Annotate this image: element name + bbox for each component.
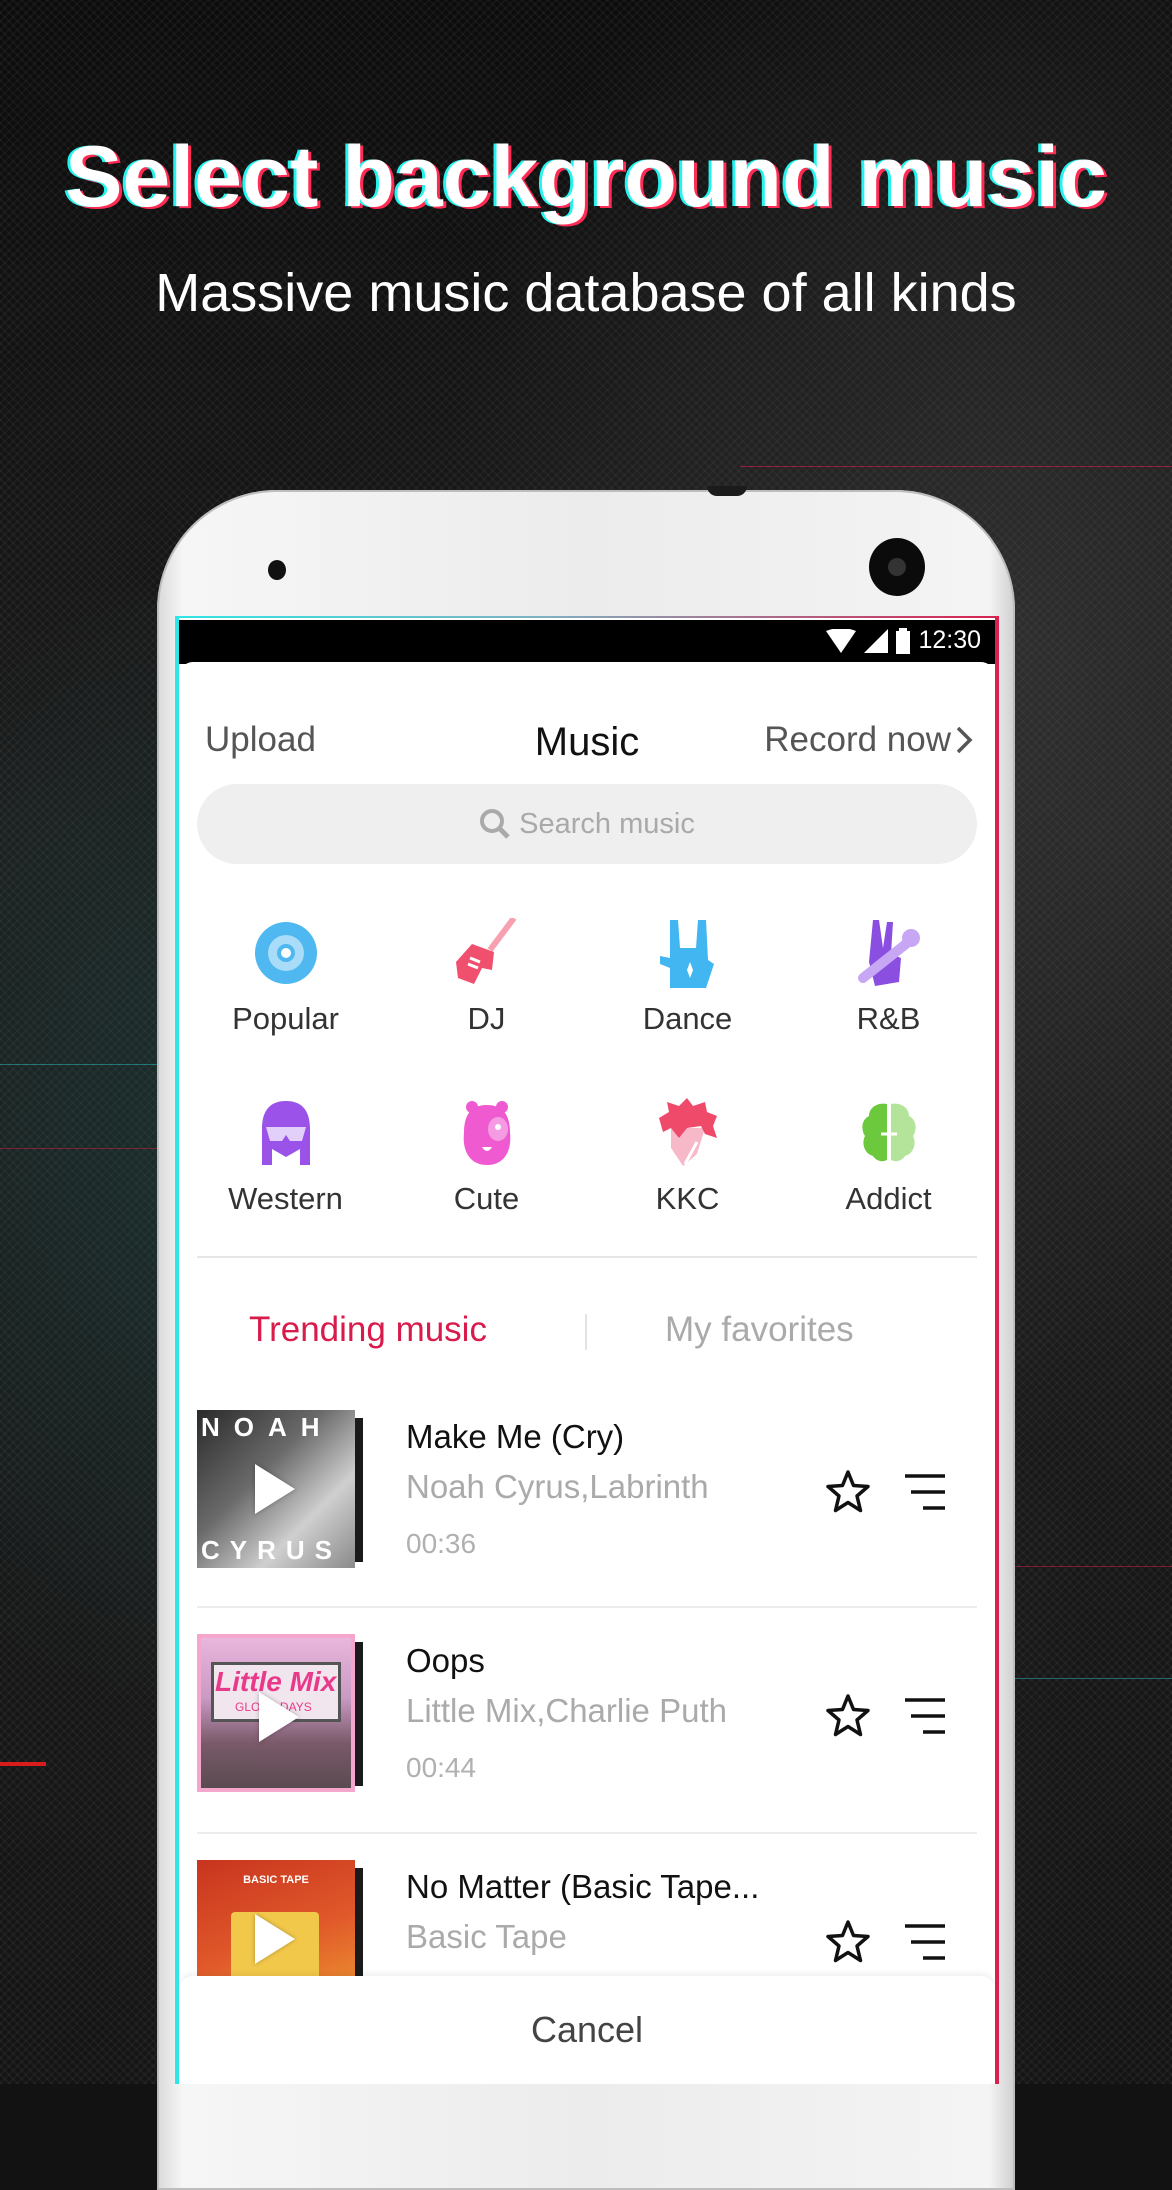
track-row[interactable]: NOAH CYRUS Make Me (Cry) Noah Cyrus,Labr…	[197, 1410, 977, 1580]
phone-screen: 12:30 Upload Music Record now Search mus…	[175, 618, 999, 2084]
brain-icon	[861, 1103, 916, 1162]
tab-trending-music[interactable]: Trending music	[249, 1310, 487, 1350]
category-cute[interactable]: Cute	[386, 1097, 587, 1217]
category-rnb[interactable]: R&B	[788, 917, 989, 1037]
rock-hand-icon	[659, 920, 714, 988]
guitar-icon	[455, 918, 516, 984]
use-music-menu-icon[interactable]	[903, 1696, 947, 1736]
promo-subline: Massive music database of all kinds	[155, 263, 1017, 323]
favorite-star-icon[interactable]	[824, 1692, 872, 1740]
tab-my-favorites[interactable]: My favorites	[665, 1310, 854, 1350]
glitch-line	[0, 1762, 46, 1766]
category-label: KKC	[655, 1181, 720, 1216]
track-row[interactable]: Little Mix GLORY DAYS Oops Little Mix,Ch…	[197, 1634, 977, 1804]
glitch-line	[0, 1148, 160, 1149]
peace-hand-mic-icon	[857, 920, 920, 986]
favorite-star-icon[interactable]	[824, 1918, 872, 1966]
sunglasses-girl-icon	[261, 1101, 310, 1165]
track-duration: 00:44	[406, 1752, 477, 1783]
record-now-label: Record now	[764, 720, 951, 759]
vinyl-disc-icon	[254, 922, 317, 984]
chevron-right-icon	[956, 726, 973, 754]
promo-headline: Select background music	[65, 129, 1107, 225]
album-cover[interactable]: NOAH CYRUS	[197, 1410, 355, 1568]
track-artist: Basic Tape	[406, 1918, 567, 1955]
category-grid: Popular DJ Dance R&B Western Cute KKC Ad…	[185, 917, 989, 1217]
use-music-menu-icon[interactable]	[903, 1922, 947, 1962]
header: Upload Music Record now	[179, 720, 995, 770]
spiky-hair-icon	[658, 1098, 717, 1166]
play-icon[interactable]	[255, 1914, 295, 1964]
track-title: No Matter (Basic Tape...	[406, 1868, 760, 1905]
category-label: Cute	[453, 1181, 520, 1216]
phone-earpiece	[707, 486, 747, 496]
music-sheet: Upload Music Record now Search music Pop…	[179, 662, 995, 2084]
category-addict[interactable]: Addict	[788, 1097, 989, 1217]
search-input[interactable]: Search music	[197, 784, 977, 864]
category-label: DJ	[467, 1001, 506, 1036]
signal-icon	[864, 628, 889, 653]
category-kkc[interactable]: KKC	[587, 1097, 788, 1217]
phone-sensor	[268, 560, 286, 580]
category-label: Western	[228, 1181, 343, 1216]
track-duration: 00:36	[406, 1528, 477, 1559]
status-bar: 12:30	[179, 620, 995, 664]
cover-text: CYRUS	[201, 1535, 343, 1565]
glitch-line	[1015, 1678, 1172, 1679]
vinyl-edge	[355, 1418, 363, 1562]
search-icon	[480, 809, 510, 839]
cancel-button[interactable]: Cancel	[179, 1976, 995, 2084]
record-now-button[interactable]: Record now	[764, 720, 973, 760]
wifi-icon	[826, 628, 857, 653]
search-placeholder: Search music	[519, 807, 695, 840]
cover-text: NOAH	[201, 1412, 334, 1442]
category-dj[interactable]: DJ	[386, 917, 587, 1037]
music-tabs: Trending music My favorites	[179, 1310, 995, 1360]
category-dance[interactable]: Dance	[587, 917, 788, 1037]
favorite-star-icon[interactable]	[824, 1468, 872, 1516]
cover-text: BASIC TAPE	[243, 1874, 309, 1886]
track-artist: Little Mix,Charlie Puth	[406, 1692, 727, 1729]
front-camera	[869, 538, 925, 596]
category-label: Dance	[642, 1001, 733, 1036]
section-divider	[197, 1256, 977, 1258]
track-title: Oops	[406, 1642, 485, 1679]
category-popular[interactable]: Popular	[185, 917, 386, 1037]
hippo-icon	[463, 1101, 510, 1165]
battery-icon	[896, 627, 911, 654]
glitch-line	[740, 466, 1172, 467]
status-time: 12:30	[918, 626, 981, 654]
use-music-menu-icon[interactable]	[903, 1472, 947, 1512]
glitch-line	[1015, 1566, 1172, 1567]
upload-button[interactable]: Upload	[205, 720, 316, 760]
track-artist: Noah Cyrus,Labrinth	[406, 1468, 709, 1505]
vinyl-edge	[355, 1642, 363, 1786]
row-divider	[197, 1606, 977, 1608]
play-icon[interactable]	[255, 1464, 295, 1514]
category-western[interactable]: Western	[185, 1097, 386, 1217]
row-divider	[197, 1832, 977, 1834]
cancel-label: Cancel	[530, 2009, 644, 2050]
glitch-line	[0, 1064, 160, 1065]
category-label: Popular	[232, 1001, 339, 1036]
category-label: R&B	[856, 1001, 921, 1036]
track-title: Make Me (Cry)	[406, 1418, 625, 1455]
category-label: Addict	[845, 1181, 932, 1216]
play-icon[interactable]	[259, 1692, 299, 1742]
album-cover[interactable]: Little Mix GLORY DAYS	[197, 1634, 355, 1792]
tab-separator	[585, 1314, 587, 1350]
